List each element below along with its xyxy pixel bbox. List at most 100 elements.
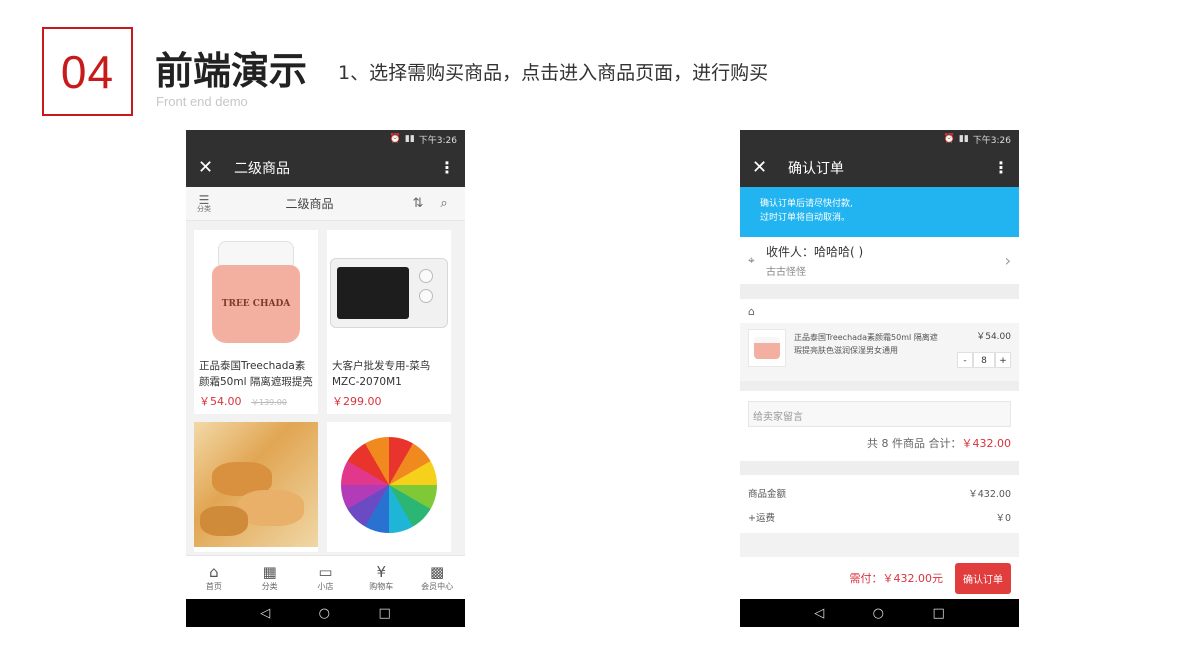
store-icon: ⌂	[748, 304, 755, 318]
fee-row: +运费 ￥0	[748, 505, 1011, 529]
store-icon: ⌂	[209, 563, 219, 581]
notice-line: 过时订单将自动取消。	[760, 213, 851, 223]
qrcode-icon: ▩	[429, 563, 445, 581]
slide-title: 前端演示	[155, 49, 308, 93]
app-bar-title: 二级商品	[234, 160, 290, 177]
signal-icon: ▮▮	[958, 134, 969, 144]
product-name: 大客户批发专用-菜鸟MZC-2070M1	[332, 360, 431, 388]
recents-icon[interactable]: □	[378, 606, 390, 621]
alarm-icon: ⏰	[943, 134, 955, 144]
item-price: ￥54.00	[976, 332, 1011, 342]
alarm-icon: ⏰	[389, 134, 401, 144]
status-time: 下午3:26	[972, 135, 1011, 146]
confirm-order-button[interactable]: 确认订单	[955, 562, 1011, 594]
fee-value: ￥432.00	[968, 489, 1011, 500]
bottom-tab-bar: ⌂ 首页 ▦ 分类 ▭ 小店 ¥ 购物车 ▩ 会员中心	[186, 555, 465, 599]
address-row[interactable]: ⌖ 收件人：哈哈哈( ) 古古怪怪 ›	[740, 237, 1019, 285]
tab-home[interactable]: ⌂ 首页	[189, 563, 239, 592]
system-nav-bar: ◁ ○ □	[740, 599, 1019, 627]
location-pin-icon: ⌖	[748, 253, 755, 267]
product-card[interactable]: TREE CHADA 正品泰国Treechada素颜霜50ml 隔离遮瑕提亮肤 …	[194, 230, 318, 414]
price-current: ￥299.00	[332, 395, 382, 408]
category-button[interactable]: ☰ 分类	[194, 194, 214, 213]
fee-label: +运费	[748, 513, 775, 524]
summary-amount: ￥432.00	[961, 437, 1012, 450]
shop-row: ⌂	[740, 299, 1019, 323]
fee-label: 商品金额	[748, 489, 787, 500]
address-location: 古古怪怪	[766, 267, 806, 278]
decrease-button[interactable]: -	[957, 352, 973, 368]
fee-value: ￥0	[995, 513, 1011, 524]
product-grid: TREE CHADA 正品泰国Treechada素颜霜50ml 隔离遮瑕提亮肤 …	[186, 222, 465, 560]
chevron-right-icon: ›	[1004, 251, 1011, 270]
tab-category[interactable]: ▦ 分类	[245, 563, 295, 592]
product-image	[194, 422, 318, 547]
status-bar: ⏰ ▮▮ 下午3:26	[186, 130, 465, 148]
recipient: 收件人：哈哈哈( )	[766, 245, 864, 259]
home-icon[interactable]: ○	[319, 606, 330, 621]
product-image	[327, 230, 451, 355]
cream-jar-image: TREE CHADA	[208, 240, 304, 345]
fee-section: 商品金额 ￥432.00 +运费 ￥0	[740, 475, 1019, 533]
more-vertical-icon[interactable]: ⋮	[439, 158, 455, 177]
close-icon[interactable]: ✕	[752, 157, 782, 178]
microwave-image	[330, 257, 448, 328]
product-brand: TREE CHADA	[221, 298, 291, 309]
category-label: 分类	[197, 205, 211, 213]
divider	[740, 461, 1019, 475]
slide-subtitle: Front end demo	[156, 94, 248, 109]
tab-label: 购物车	[369, 582, 394, 591]
seller-message-input[interactable]: 给卖家留言	[748, 401, 1011, 427]
product-card[interactable]	[327, 422, 451, 552]
recents-icon[interactable]: □	[932, 606, 944, 621]
product-image	[327, 422, 451, 547]
status-time: 下午3:26	[418, 135, 457, 146]
product-name: 正品泰国Treechada素颜霜50ml 隔离遮瑕提亮肤	[199, 360, 313, 388]
tab-label: 小店	[317, 582, 334, 591]
memo-section: 给卖家留言 共 8 件商品 合计：￥432.00	[740, 391, 1019, 461]
tab-member[interactable]: ▩ 会员中心	[412, 563, 462, 592]
back-icon[interactable]: ◁	[814, 606, 824, 621]
tab-shop[interactable]: ▭ 小店	[300, 563, 350, 592]
order-confirm-phone: ⏰ ▮▮ 下午3:26 ✕ 确认订单 ⋮ 确认订单后请尽快付款, 过时订单将自动…	[740, 130, 1019, 627]
status-bar: ⏰ ▮▮ 下午3:26	[740, 130, 1019, 148]
cart-icon: ¥	[376, 563, 387, 581]
home-icon[interactable]: ○	[873, 606, 884, 621]
app-bar: ✕ 二级商品 ⋮	[186, 148, 465, 187]
fee-row: 商品金额 ￥432.00	[748, 481, 1011, 505]
product-price: ￥299.00	[327, 391, 451, 411]
section-number: 04	[60, 45, 115, 98]
increase-button[interactable]: +	[995, 352, 1011, 368]
product-list-phone: ⏰ ▮▮ 下午3:26 ✕ 二级商品 ⋮ ☰ 分类 二级商品 ⇅ ⌕ TREE …	[186, 130, 465, 627]
tab-label: 分类	[261, 582, 278, 591]
quantity-stepper: - 8 +	[949, 352, 1011, 368]
close-icon[interactable]: ✕	[198, 157, 228, 178]
order-item: 正品泰国Treechada素颜霜50ml 隔离遮瑕提亮肤色滋润保湿男女通用 ￥5…	[740, 323, 1019, 381]
slide-description: 1、选择需购买商品，点击进入商品页面，进行购买	[338, 62, 769, 84]
signal-icon: ▮▮	[404, 134, 415, 144]
summary-prefix: 共 8 件商品 合计：	[867, 437, 962, 450]
divider	[740, 381, 1019, 391]
notice-line: 确认订单后请尽快付款,	[760, 199, 853, 209]
grid-icon: ▦	[262, 563, 277, 581]
item-name: 正品泰国Treechada素颜霜50ml 隔离遮瑕提亮肤色滋润保湿男女通用	[794, 333, 938, 355]
ticket-icon: ▭	[318, 563, 333, 581]
system-nav-bar: ◁ ○ □	[186, 599, 465, 627]
section-number-box: 04	[42, 27, 133, 116]
item-thumbnail	[748, 329, 786, 367]
pay-bar: 需付：￥432.00元 确认订单	[740, 557, 1019, 599]
product-card[interactable]: 大客户批发专用-菜鸟MZC-2070M1 ￥299.00	[327, 230, 451, 414]
product-card[interactable]	[194, 422, 318, 552]
search-icon[interactable]: ⌕	[431, 196, 457, 211]
quantity-value[interactable]: 8	[973, 352, 995, 368]
back-icon[interactable]: ◁	[260, 606, 270, 621]
price-current: ￥54.00	[199, 395, 242, 408]
app-bar: ✕ 确认订单 ⋮	[740, 148, 1019, 187]
order-summary: 共 8 件商品 合计：￥432.00	[748, 435, 1011, 451]
category-bar: ☰ 分类 二级商品 ⇅ ⌕	[186, 187, 465, 221]
sort-icon[interactable]: ⇅	[405, 196, 431, 211]
more-vertical-icon[interactable]: ⋮	[993, 158, 1009, 177]
product-image: TREE CHADA	[194, 230, 318, 355]
tab-cart[interactable]: ¥ 购物车	[356, 563, 406, 592]
category-title: 二级商品	[285, 197, 334, 211]
